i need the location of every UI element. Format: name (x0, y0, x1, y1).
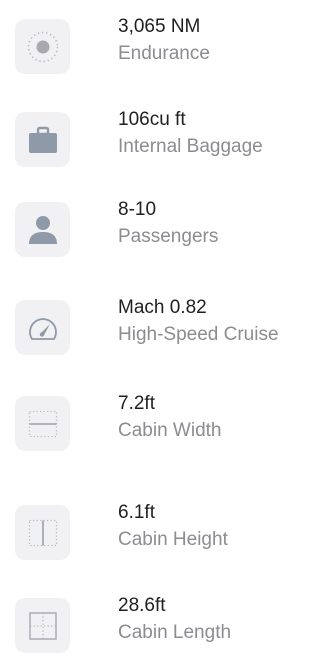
spec-item-cabin-width: 7.2ft Cabin Width (15, 393, 336, 458)
spec-value: 3,065 NM (118, 16, 201, 37)
spec-item-internal-baggage: 106cu ft Internal Baggage (15, 109, 336, 174)
cabin-width-icon (15, 396, 70, 451)
spec-label: Passengers (118, 226, 219, 247)
spec-item-endurance: 3,065 NM Endurance (15, 16, 336, 81)
globe-icon (15, 19, 70, 74)
spec-value: 28.6ft (118, 595, 166, 616)
spec-label: Cabin Height (118, 529, 228, 550)
spec-item-passengers: 8-10 Passengers (15, 199, 336, 264)
spec-label: Internal Baggage (118, 136, 263, 157)
spec-item-high-speed-cruise: Mach 0.82 High-Speed Cruise (15, 297, 336, 362)
spec-value: 8-10 (118, 199, 157, 220)
spec-item-cabin-length: 28.6ft Cabin Length (15, 595, 336, 660)
briefcase-icon (15, 112, 70, 167)
spec-value: Mach 0.82 (118, 297, 207, 318)
spec-label: High-Speed Cruise (118, 324, 279, 345)
spec-list: 3,065 NM Endurance 106cu ft Internal Bag… (0, 0, 336, 653)
spec-value: 7.2ft (118, 393, 155, 414)
spec-value: 106cu ft (118, 109, 186, 130)
spec-label: Cabin Width (118, 420, 222, 441)
spec-item-cabin-height: 6.1ft Cabin Height (15, 502, 336, 567)
spec-label: Endurance (118, 43, 210, 64)
speedometer-icon (15, 300, 70, 355)
spec-value: 6.1ft (118, 502, 155, 523)
cabin-length-icon (15, 598, 70, 653)
spec-label: Cabin Length (118, 622, 232, 643)
cabin-height-icon (15, 505, 70, 560)
person-icon (15, 202, 70, 257)
